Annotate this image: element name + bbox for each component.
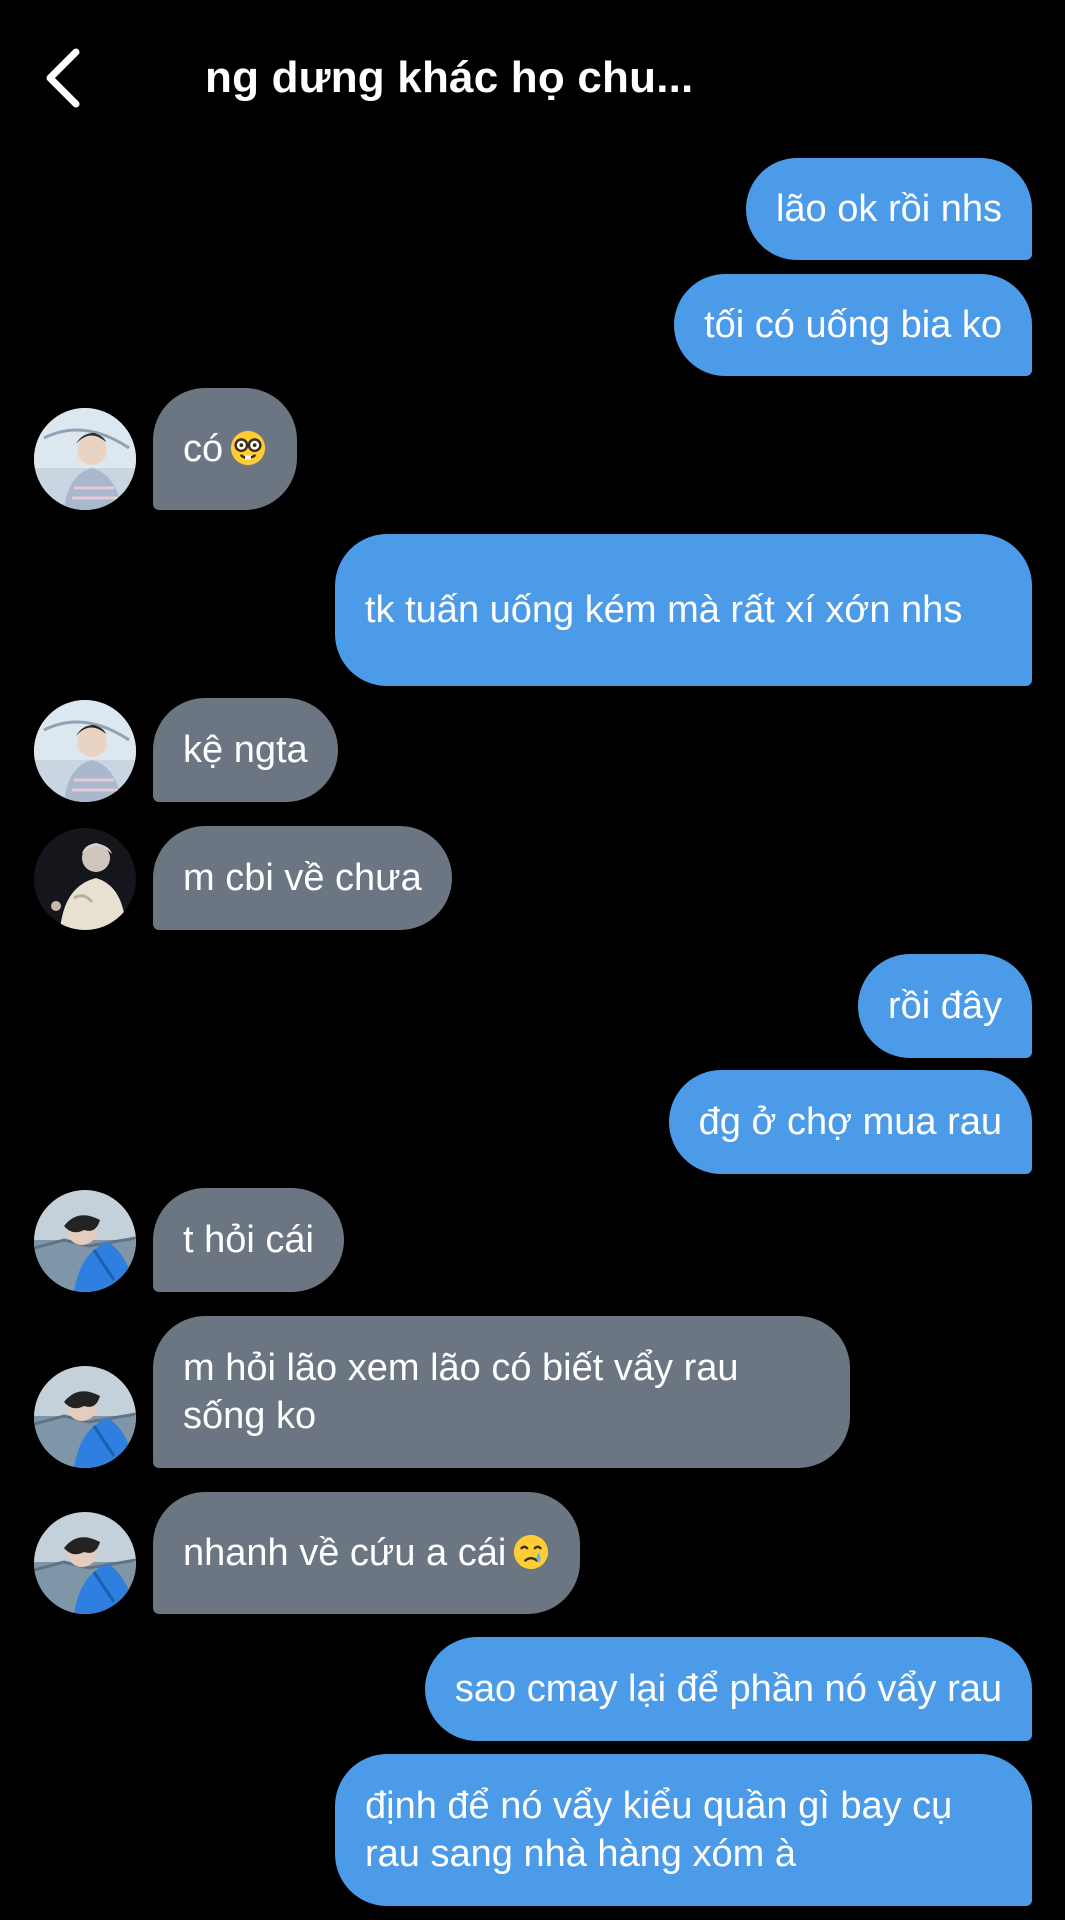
nerd-face-emoji-icon xyxy=(231,430,266,466)
outgoing-message[interactable]: lão ok rồi nhs xyxy=(745,158,1032,260)
avatar[interactable] xyxy=(34,700,136,802)
outgoing-message[interactable]: tk tuấn uống kém mà rất xí xớn nhs xyxy=(335,534,1032,686)
outgoing-message[interactable]: sao cmay lại để phần nó vẩy rau xyxy=(424,1637,1032,1741)
incoming-message[interactable]: kệ ngta xyxy=(153,698,338,802)
avatar-sky-shirt-image xyxy=(34,408,136,510)
message-text: rồi đây xyxy=(887,985,1002,1027)
avatar-dark-coat-image xyxy=(34,828,136,930)
message-text: tối có uống bia ko xyxy=(704,304,1002,346)
outgoing-message[interactable]: đg ở chợ mua rau xyxy=(668,1070,1032,1174)
avatar-sky-shirt-image xyxy=(34,700,136,802)
message-text: m hỏi lão xem lão có biết vẩy rau sống k… xyxy=(183,1347,739,1437)
message-text: t hỏi cái xyxy=(183,1219,314,1261)
back-button[interactable] xyxy=(36,42,92,114)
chevron-left-icon xyxy=(46,48,80,108)
message-text: tk tuấn uống kém mà rất xí xớn nhs xyxy=(365,589,963,631)
outgoing-message[interactable]: định để nó vẩy kiểu quần gì bay cụ rau s… xyxy=(335,1754,1032,1906)
message-text: có xyxy=(183,425,267,473)
avatar-blue-jacket-image xyxy=(34,1190,136,1292)
message-text: định để nó vẩy kiểu quần gì bay cụ rau s… xyxy=(365,1785,953,1875)
incoming-message[interactable]: nhanh về cứu a cái xyxy=(153,1492,581,1614)
avatar-blue-jacket-image xyxy=(34,1366,136,1468)
incoming-message[interactable]: t hỏi cái xyxy=(153,1188,344,1292)
message-text: sao cmay lại để phần nó vẩy rau xyxy=(454,1668,1002,1710)
message-text: nhanh về cứu a cái xyxy=(183,1529,550,1577)
outgoing-message[interactable]: rồi đây xyxy=(857,954,1032,1058)
avatar[interactable] xyxy=(34,1512,136,1614)
avatar[interactable] xyxy=(34,828,136,930)
message-text: kệ ngta xyxy=(183,729,308,771)
message-text: m cbi về chưa xyxy=(183,857,422,899)
avatar[interactable] xyxy=(34,1366,136,1468)
avatar[interactable] xyxy=(34,1190,136,1292)
message-text: đg ở chợ mua rau xyxy=(698,1101,1002,1143)
avatar[interactable] xyxy=(34,408,136,510)
outgoing-message[interactable]: tối có uống bia ko xyxy=(674,274,1032,376)
incoming-message[interactable]: m cbi về chưa xyxy=(153,826,452,930)
crying-face-emoji-icon xyxy=(514,1534,549,1570)
chat-title[interactable]: ng dưng khác họ chu... xyxy=(205,50,694,106)
incoming-message[interactable]: có xyxy=(153,388,298,510)
avatar-blue-jacket-image xyxy=(34,1512,136,1614)
message-text: lão ok rồi nhs xyxy=(775,188,1002,230)
chat-header: ng dưng khác họ chu... xyxy=(0,0,1065,150)
incoming-message[interactable]: m hỏi lão xem lão có biết vẩy rau sống k… xyxy=(153,1316,850,1468)
